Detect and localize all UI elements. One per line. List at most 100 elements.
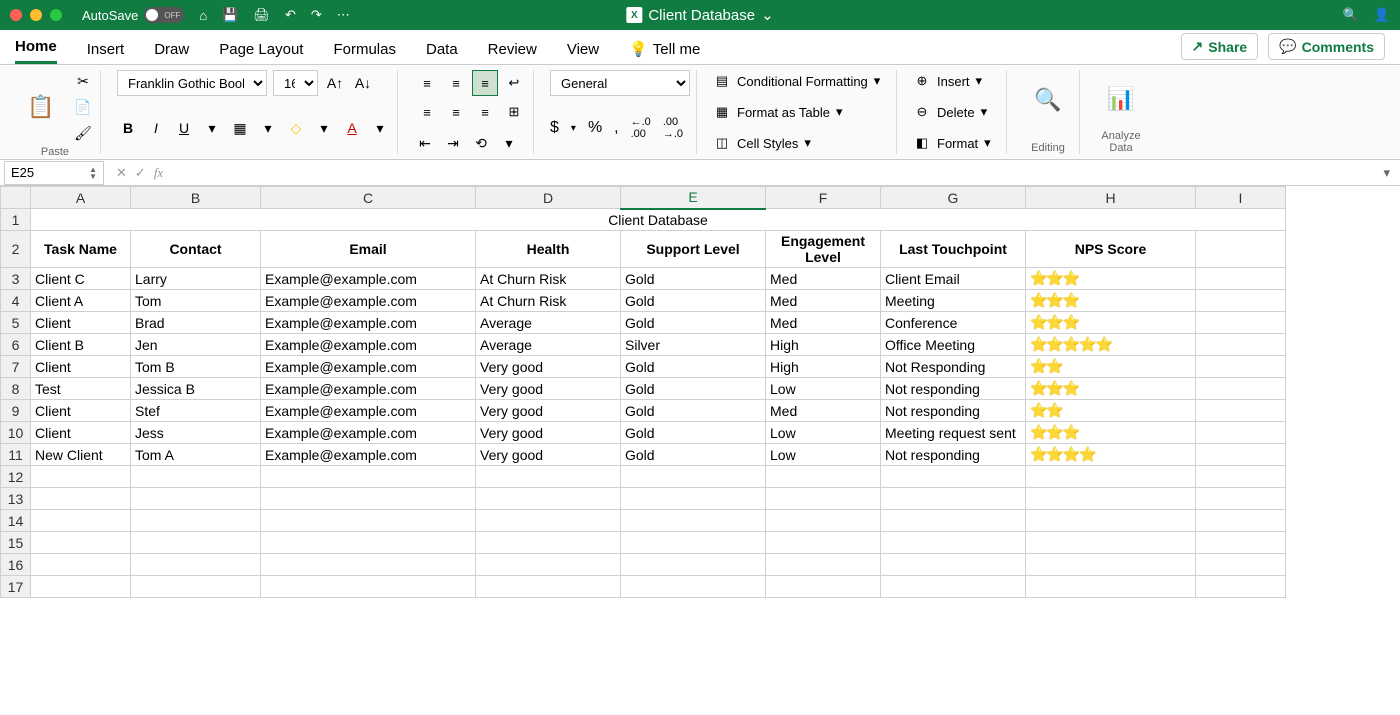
orientation-dropdown-icon[interactable]: ▾ (498, 132, 520, 154)
nps-cell[interactable]: ⭐⭐ (1026, 356, 1196, 378)
cell[interactable] (621, 510, 766, 532)
insert-cells-button[interactable]: ⊕ Insert ▾ (913, 70, 1000, 92)
row-header-6[interactable]: 6 (1, 334, 31, 356)
comments-button[interactable]: 💬 Comments (1268, 33, 1385, 60)
cell[interactable]: Not responding (881, 444, 1026, 466)
column-header-D[interactable]: D (476, 187, 621, 209)
cell[interactable]: Client A (31, 290, 131, 312)
decrease-font-icon[interactable]: A↓ (352, 72, 374, 94)
cell[interactable] (261, 532, 476, 554)
align-center-icon[interactable]: ≡ (443, 99, 469, 125)
italic-button[interactable]: I (145, 117, 167, 139)
cell-styles-button[interactable]: ◫ Cell Styles ▾ (713, 132, 890, 154)
number-format-select[interactable]: General (550, 70, 690, 96)
cell[interactable] (31, 532, 131, 554)
cell[interactable]: New Client (31, 444, 131, 466)
column-header-H[interactable]: H (1026, 187, 1196, 209)
cell[interactable]: Very good (476, 422, 621, 444)
font-name-select[interactable]: Franklin Gothic Book (117, 70, 267, 96)
tab-formulas[interactable]: Formulas (333, 35, 396, 64)
nps-cell[interactable]: ⭐⭐⭐ (1026, 422, 1196, 444)
cell[interactable]: Average (476, 334, 621, 356)
cell[interactable]: Gold (621, 444, 766, 466)
tab-review[interactable]: Review (488, 35, 537, 64)
comma-button[interactable]: , (614, 119, 618, 137)
column-header-A[interactable]: A (31, 187, 131, 209)
chevron-down-icon[interactable]: ⌄ (761, 6, 774, 24)
cell[interactable] (881, 510, 1026, 532)
row-header-4[interactable]: 4 (1, 290, 31, 312)
paste-button[interactable]: 📋 (16, 77, 66, 137)
formula-bar-expand-icon[interactable]: ▾ (1383, 165, 1400, 181)
nps-cell[interactable]: ⭐⭐⭐ (1026, 290, 1196, 312)
cell[interactable]: Tom (131, 290, 261, 312)
autosave-toggle[interactable]: OFF (144, 7, 184, 23)
row-header-16[interactable]: 16 (1, 554, 31, 576)
cell[interactable]: Client Email (881, 268, 1026, 290)
cell[interactable] (476, 488, 621, 510)
cell[interactable]: Low (766, 444, 881, 466)
align-right-icon[interactable]: ≡ (472, 99, 498, 125)
cell[interactable] (1196, 400, 1286, 422)
border-icon[interactable]: ▦ (229, 117, 251, 139)
cell[interactable] (131, 576, 261, 598)
cell[interactable] (261, 466, 476, 488)
row-header-3[interactable]: 3 (1, 268, 31, 290)
cell[interactable] (766, 532, 881, 554)
conditional-formatting-button[interactable]: ▤ Conditional Formatting ▾ (713, 70, 890, 92)
cell[interactable]: Jessica B (131, 378, 261, 400)
cell[interactable] (131, 488, 261, 510)
cell[interactable]: At Churn Risk (476, 268, 621, 290)
cell[interactable] (881, 488, 1026, 510)
increase-decimal-icon[interactable]: ←.0.00 (631, 116, 651, 140)
cell[interactable] (1196, 576, 1286, 598)
cell[interactable]: Conference (881, 312, 1026, 334)
increase-font-icon[interactable]: A↑ (324, 72, 346, 94)
row-header-14[interactable]: 14 (1, 510, 31, 532)
cell[interactable] (1196, 334, 1286, 356)
cell[interactable]: Gold (621, 400, 766, 422)
column-header-E[interactable]: E (621, 187, 766, 209)
border-dropdown-icon[interactable]: ▾ (257, 117, 279, 139)
wrap-text-icon[interactable]: ↩ (501, 70, 527, 96)
cell[interactable]: Gold (621, 422, 766, 444)
header-cell[interactable]: Health (476, 231, 621, 268)
delete-cells-button[interactable]: ⊖ Delete ▾ (913, 101, 1000, 123)
cell[interactable] (131, 532, 261, 554)
underline-dropdown-icon[interactable]: ▾ (201, 117, 223, 139)
cell[interactable] (1196, 532, 1286, 554)
nps-cell[interactable]: ⭐⭐ (1026, 400, 1196, 422)
decrease-decimal-icon[interactable]: .00→.0 (663, 116, 683, 140)
cell[interactable]: Client (31, 312, 131, 334)
orientation-icon[interactable]: ⟲ (470, 132, 492, 154)
nps-cell[interactable]: ⭐⭐⭐ (1026, 312, 1196, 334)
cell[interactable]: Low (766, 378, 881, 400)
cell[interactable]: High (766, 334, 881, 356)
cell[interactable]: Client (31, 422, 131, 444)
copy-icon[interactable]: 📄 (72, 96, 94, 118)
header-cell[interactable]: Support Level (621, 231, 766, 268)
cell[interactable] (621, 488, 766, 510)
cell[interactable] (1196, 466, 1286, 488)
cell[interactable]: Larry (131, 268, 261, 290)
cell[interactable]: Meeting request sent (881, 422, 1026, 444)
currency-dropdown-icon[interactable]: ▾ (571, 123, 576, 134)
cell[interactable] (766, 488, 881, 510)
header-cell[interactable]: Contact (131, 231, 261, 268)
tab-page-layout[interactable]: Page Layout (219, 35, 303, 64)
cell[interactable] (881, 532, 1026, 554)
cell[interactable] (476, 576, 621, 598)
close-window-button[interactable] (10, 9, 22, 21)
cell[interactable] (31, 466, 131, 488)
cell[interactable]: Client (31, 400, 131, 422)
align-top-icon[interactable]: ≡ (414, 70, 440, 96)
cell[interactable]: Example@example.com (261, 268, 476, 290)
cell[interactable]: Example@example.com (261, 422, 476, 444)
font-color-dropdown-icon[interactable]: ▾ (369, 117, 391, 139)
cell[interactable]: Tom B (131, 356, 261, 378)
cell[interactable] (1026, 532, 1196, 554)
cell[interactable]: Low (766, 422, 881, 444)
cell[interactable] (766, 466, 881, 488)
row-header-15[interactable]: 15 (1, 532, 31, 554)
search-icon[interactable]: 🔍 (1343, 7, 1359, 23)
